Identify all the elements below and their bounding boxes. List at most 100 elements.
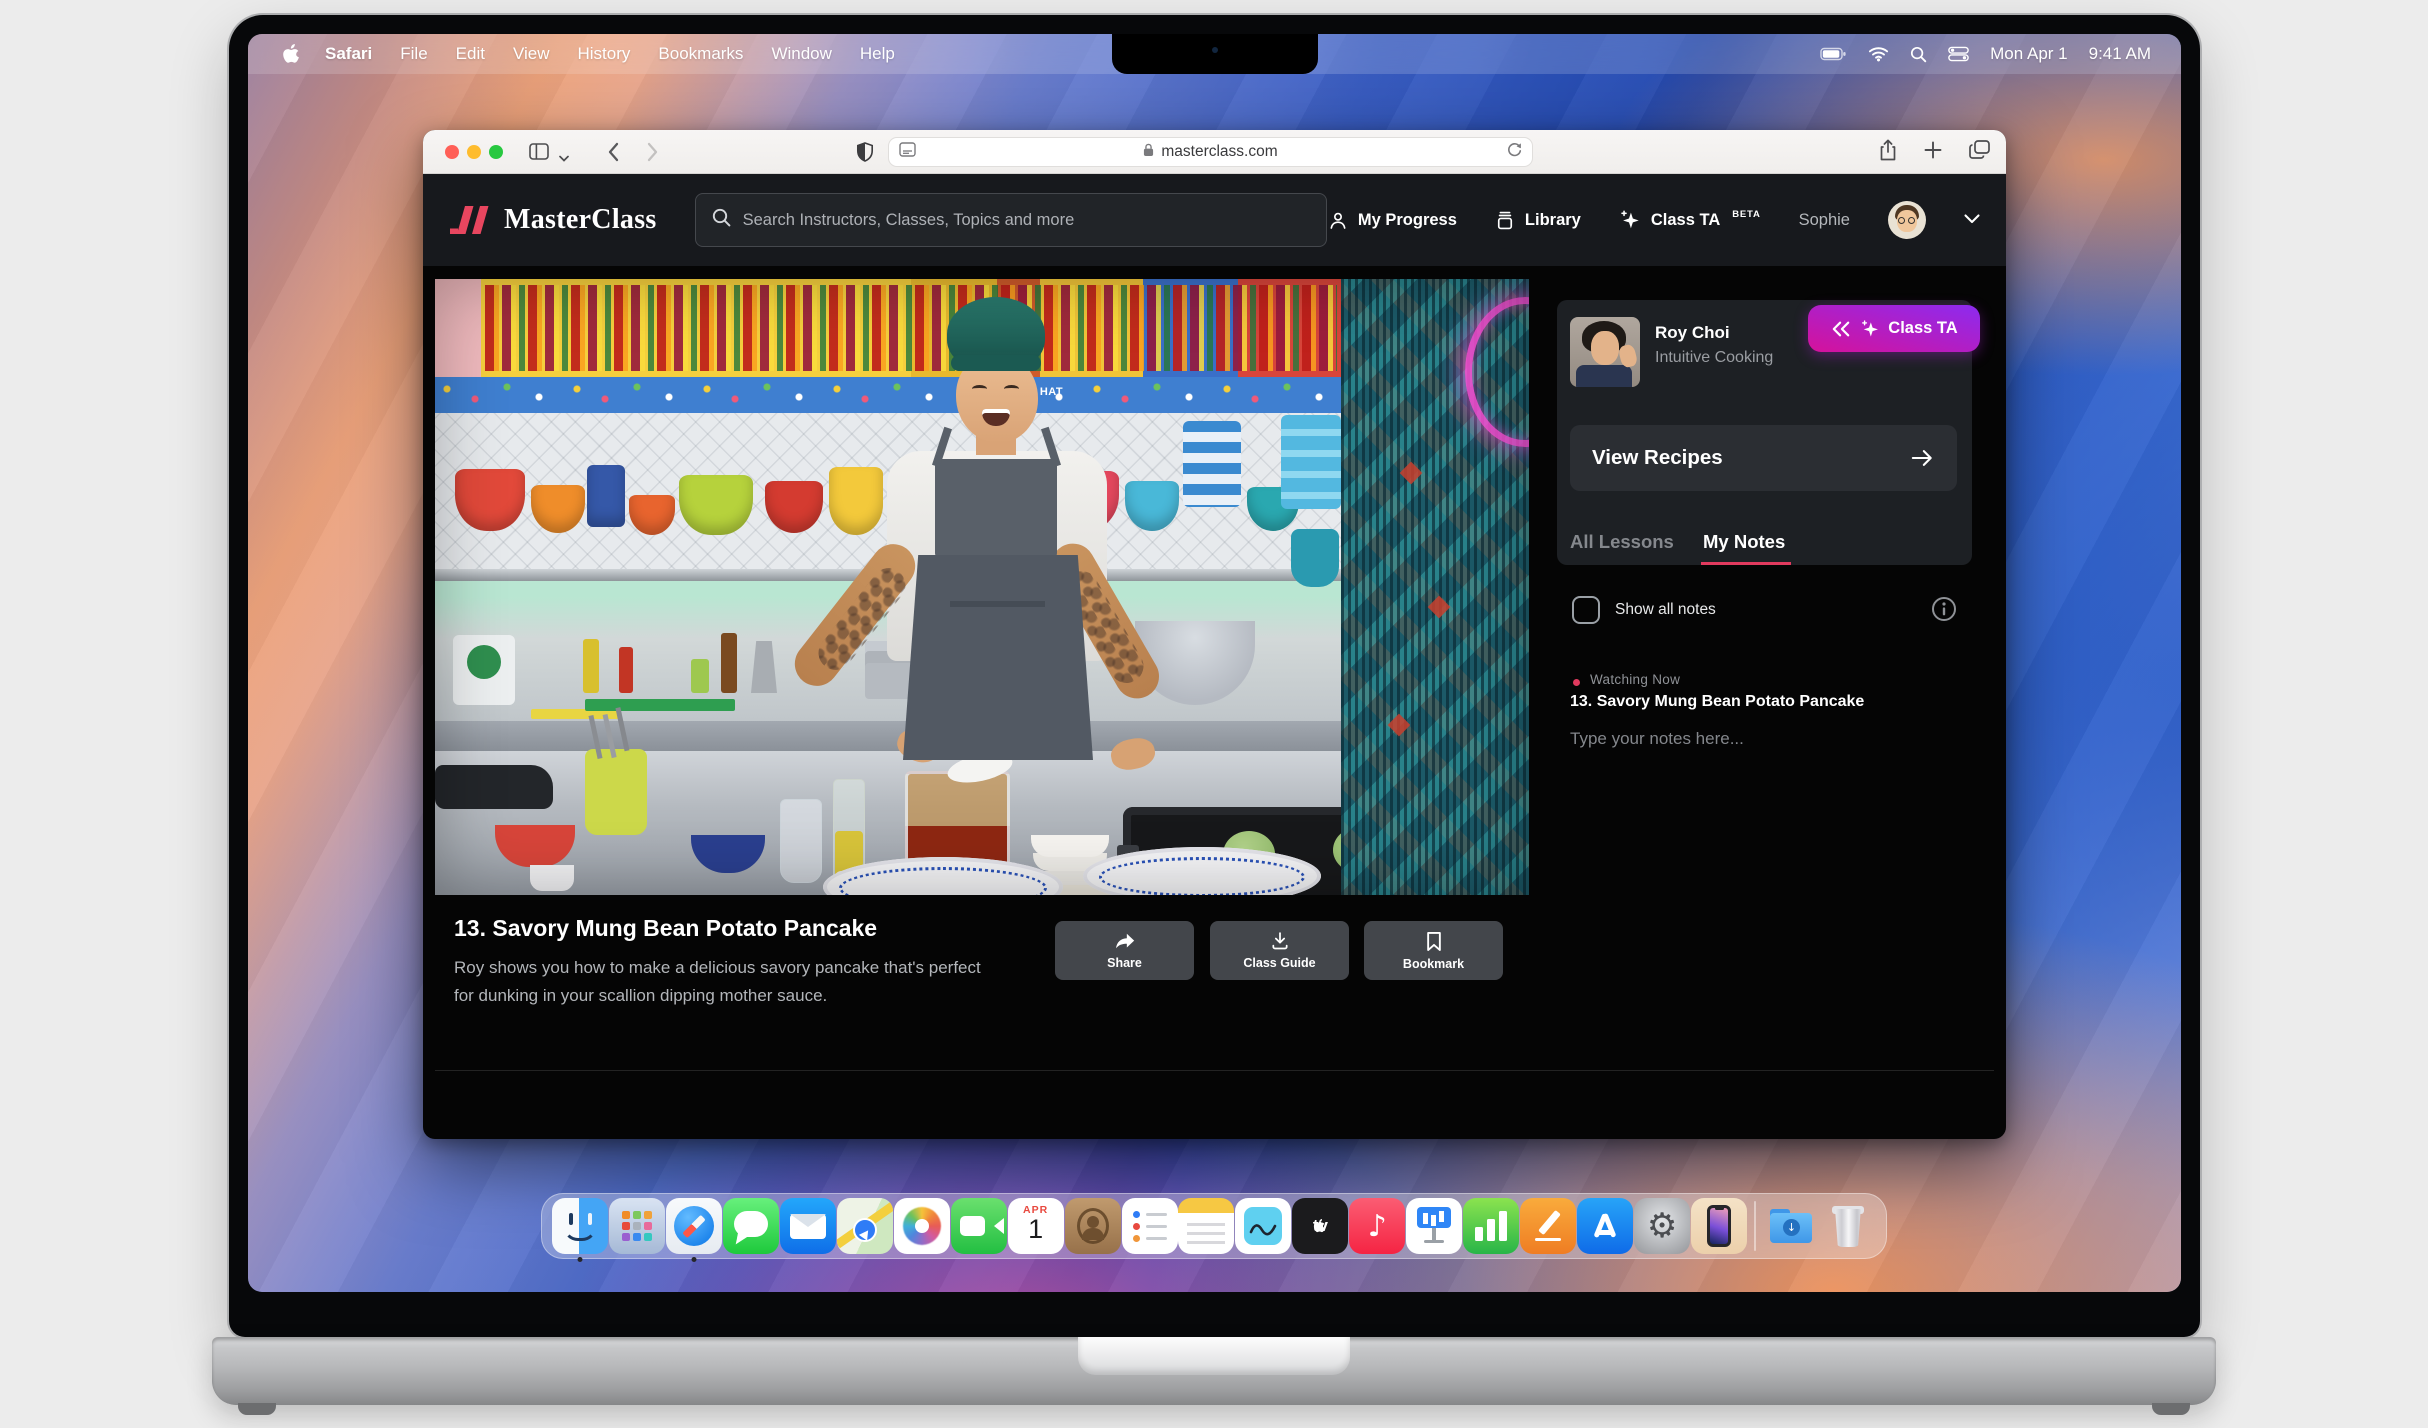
share-icon[interactable] bbox=[1879, 139, 1897, 166]
dock-icon-numbers[interactable] bbox=[1463, 1198, 1519, 1254]
forward-button[interactable] bbox=[647, 142, 659, 167]
view-recipes-button[interactable]: View Recipes bbox=[1570, 425, 1957, 491]
close-window-button[interactable] bbox=[445, 145, 459, 159]
masterclass-mark-icon bbox=[449, 204, 491, 236]
lesson-title: 13. Savory Mung Bean Potato Pancake bbox=[454, 915, 877, 942]
current-lesson-title: 13. Savory Mung Bean Potato Pancake bbox=[1570, 693, 1864, 711]
account-chevron-icon[interactable] bbox=[1964, 211, 1980, 229]
dock-icon-messages[interactable] bbox=[723, 1198, 779, 1254]
sidebar-chevron-icon[interactable] bbox=[559, 149, 569, 167]
menu-edit[interactable]: Edit bbox=[456, 44, 485, 64]
battery-icon[interactable] bbox=[1820, 47, 1847, 61]
apple-menu-icon[interactable] bbox=[282, 44, 299, 64]
dock: APR1 tv♪ ⚙ ↓ bbox=[541, 1193, 1887, 1259]
running-indicator-dot bbox=[691, 1257, 696, 1262]
dock-icon-contacts[interactable] bbox=[1065, 1198, 1121, 1254]
menu-view[interactable]: View bbox=[513, 44, 550, 64]
search-bar[interactable]: Search Instructors, Classes, Topics and … bbox=[695, 193, 1327, 247]
tab-my-notes[interactable]: My Notes bbox=[1703, 531, 1785, 553]
dock-icon-keynote[interactable] bbox=[1406, 1198, 1462, 1254]
tab-overview-icon[interactable] bbox=[1969, 140, 1990, 164]
dock-icon-finder[interactable] bbox=[552, 1198, 608, 1254]
dock-separator bbox=[1754, 1201, 1756, 1251]
menu-window[interactable]: Window bbox=[771, 44, 831, 64]
laptop-foot bbox=[238, 1403, 276, 1415]
library-icon bbox=[1495, 210, 1515, 231]
dock-icon-music[interactable]: ♪ bbox=[1349, 1198, 1405, 1254]
class-guide-button[interactable]: Class Guide bbox=[1210, 921, 1349, 980]
reader-icon[interactable] bbox=[899, 142, 916, 162]
dock-icon-settings[interactable]: ⚙ bbox=[1634, 1198, 1690, 1254]
menu-file[interactable]: File bbox=[400, 44, 427, 64]
dock-icon-iphone[interactable] bbox=[1691, 1198, 1747, 1254]
lock-icon bbox=[1143, 143, 1154, 162]
dock-icon-launchpad[interactable] bbox=[609, 1198, 665, 1254]
masterclass-header: MasterClass Search Instructors, Classes,… bbox=[423, 174, 2006, 266]
lesson-description: Roy shows you how to make a delicious sa… bbox=[454, 954, 984, 1010]
watching-now-dot bbox=[1573, 679, 1580, 686]
control-center-icon[interactable] bbox=[1948, 46, 1969, 62]
section-divider bbox=[435, 1070, 1994, 1071]
sparkle-icon bbox=[1619, 209, 1641, 231]
laptop-foot bbox=[2152, 1403, 2190, 1415]
menu-clock[interactable]: 9:41 AM bbox=[2089, 44, 2151, 64]
info-icon[interactable] bbox=[1931, 596, 1957, 627]
nav-my-progress[interactable]: My Progress bbox=[1328, 210, 1457, 231]
dock-icon-trash[interactable] bbox=[1820, 1198, 1876, 1254]
tab-all-lessons[interactable]: All Lessons bbox=[1570, 531, 1674, 553]
wifi-icon[interactable] bbox=[1868, 46, 1889, 62]
notes-input[interactable]: Type your notes here... bbox=[1570, 729, 1970, 749]
bookmark-button[interactable]: Bookmark bbox=[1364, 921, 1503, 980]
dock-icon-maps[interactable] bbox=[837, 1198, 893, 1254]
dock-icon-facetime[interactable] bbox=[951, 1198, 1007, 1254]
address-bar[interactable]: masterclass.com bbox=[888, 137, 1533, 167]
share-button[interactable]: Share bbox=[1055, 921, 1194, 980]
class-ta-button[interactable]: Class TA bbox=[1808, 305, 1980, 352]
sparkle-icon bbox=[1860, 319, 1880, 339]
nav-class-ta[interactable]: Class TABETA bbox=[1619, 209, 1761, 231]
lid-lift-notch bbox=[1078, 1337, 1350, 1375]
macos-desktop: Safari File Edit View History Bookmarks Window… bbox=[248, 34, 2181, 1292]
dock-icon-notes[interactable] bbox=[1178, 1198, 1234, 1254]
new-tab-icon[interactable] bbox=[1924, 141, 1942, 164]
reload-icon[interactable] bbox=[1507, 142, 1522, 163]
menu-date[interactable]: Mon Apr 1 bbox=[1990, 44, 2068, 64]
screenshot-stage: Safari File Edit View History Bookmarks Window… bbox=[0, 0, 2428, 1428]
menu-history[interactable]: History bbox=[578, 44, 631, 64]
course-title: Intuitive Cooking bbox=[1655, 349, 1773, 367]
dock-icon-photos[interactable] bbox=[894, 1198, 950, 1254]
site-nav: My Progress Library Class TABETA Sophie bbox=[1328, 201, 1980, 239]
dock-icon-tv[interactable]: tv bbox=[1292, 1198, 1348, 1254]
zoom-window-button[interactable] bbox=[489, 145, 503, 159]
back-button[interactable] bbox=[607, 142, 619, 167]
dock-icon-pages[interactable] bbox=[1520, 1198, 1576, 1254]
dock-icon-calendar[interactable]: APR1 bbox=[1008, 1198, 1064, 1254]
bookmark-icon bbox=[1425, 931, 1443, 952]
dock-icon-reminders[interactable] bbox=[1122, 1198, 1178, 1254]
menu-safari[interactable]: Safari bbox=[325, 44, 372, 64]
dock-icon-downloads[interactable]: ↓ bbox=[1763, 1198, 1819, 1254]
dock-icon-appstore[interactable] bbox=[1577, 1198, 1633, 1254]
sidebar-icon[interactable] bbox=[529, 143, 549, 165]
menu-help[interactable]: Help bbox=[860, 44, 895, 64]
dock-icon-safari[interactable] bbox=[666, 1198, 722, 1254]
user-avatar[interactable] bbox=[1888, 201, 1926, 239]
show-all-notes-label: Show all notes bbox=[1615, 601, 1716, 619]
collapse-chevrons-icon bbox=[1830, 320, 1852, 338]
download-icon bbox=[1270, 931, 1290, 951]
arrow-right-icon bbox=[1909, 447, 1935, 469]
menu-bookmarks[interactable]: Bookmarks bbox=[658, 44, 743, 64]
dock-icon-mail[interactable] bbox=[780, 1198, 836, 1254]
video-player[interactable]: PAPER HAT bbox=[435, 279, 1529, 895]
watching-now-label: Watching Now bbox=[1590, 672, 1680, 687]
spotlight-icon[interactable] bbox=[1910, 46, 1927, 63]
nav-library[interactable]: Library bbox=[1495, 210, 1581, 231]
instructor-photo bbox=[1570, 317, 1640, 387]
minimize-window-button[interactable] bbox=[467, 145, 481, 159]
show-all-notes-checkbox[interactable] bbox=[1572, 596, 1600, 624]
masterclass-logo[interactable]: MasterClass bbox=[449, 204, 657, 236]
privacy-shield-icon[interactable] bbox=[856, 141, 874, 168]
camera-dot bbox=[1212, 47, 1218, 53]
search-icon bbox=[712, 208, 731, 232]
dock-icon-freeform[interactable] bbox=[1235, 1198, 1291, 1254]
